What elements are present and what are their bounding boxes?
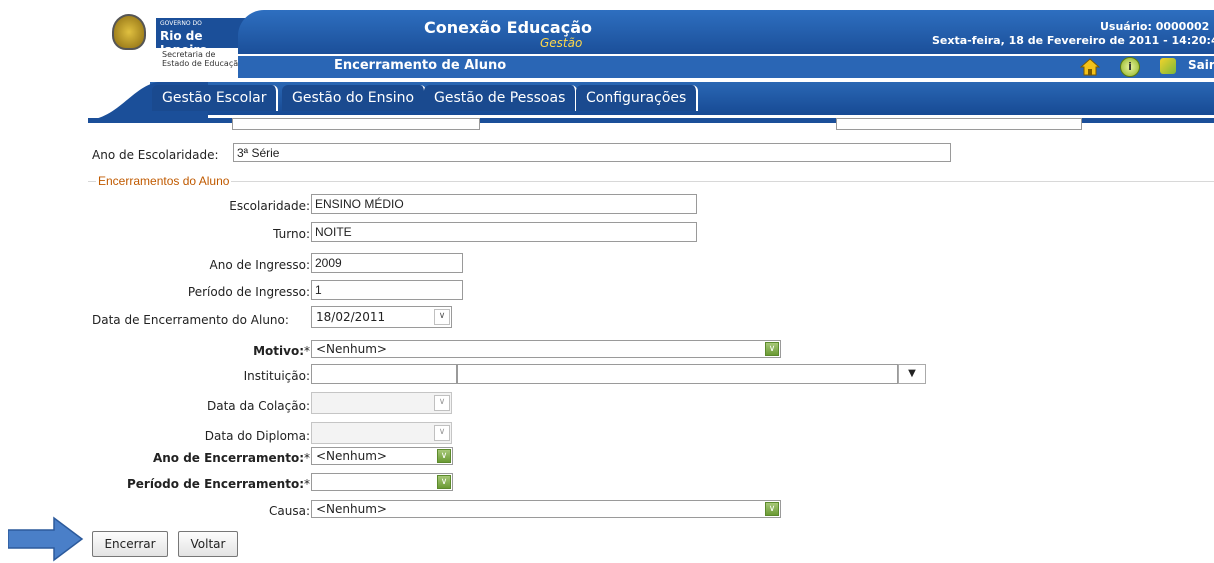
chevron-down-icon[interactable]: ∨	[765, 502, 779, 516]
tab-gestao-pessoas[interactable]: Gestão de Pessoas	[424, 85, 578, 111]
data-encerramento-value: 18/02/2011	[316, 310, 386, 324]
ano-encerramento-label-text: Ano de Encerramento:	[152, 451, 304, 465]
turno-field[interactable]: NOITE	[311, 222, 697, 242]
header-banner	[238, 10, 1214, 54]
causa-label: Causa:	[269, 504, 310, 518]
ano-ingresso-field[interactable]: 2009	[311, 253, 463, 273]
periodo-encerramento-label-text: Período de Encerramento:	[126, 477, 304, 491]
ano-encerramento-label: Ano de Encerramento:*	[153, 451, 310, 465]
pointer-arrow-icon	[8, 516, 84, 562]
app-title: Conexão Educação	[424, 18, 592, 37]
causa-select[interactable]: <Nenhum> ∨	[311, 500, 781, 518]
triangle-down-icon: ▼	[908, 368, 916, 379]
periodo-encerramento-label: Período de Encerramento:*	[127, 477, 310, 491]
instituicao-label: Instituição:	[243, 369, 310, 383]
logo-small-text: GOVERNO DO	[160, 20, 202, 27]
chevron-down-icon[interactable]: ∨	[765, 342, 779, 356]
motivo-select[interactable]: <Nenhum> ∨	[311, 340, 781, 358]
chevron-down-icon[interactable]: ∨	[434, 395, 450, 411]
page-title: Encerramento de Aluno	[334, 58, 507, 73]
motivo-label-text: Motivo:	[253, 344, 304, 358]
turno-label: Turno:	[273, 227, 310, 241]
motivo-value: <Nenhum>	[316, 342, 387, 356]
tab-configuracoes[interactable]: Configurações	[576, 85, 699, 111]
data-encerramento-picker[interactable]: 18/02/2011 ∨	[311, 306, 452, 328]
required-mark: *	[304, 451, 310, 465]
clipped-field-right[interactable]	[836, 118, 1082, 130]
home-icon[interactable]	[1079, 58, 1101, 76]
instituicao-name-field[interactable]	[457, 364, 898, 384]
exit-icon	[1160, 58, 1176, 74]
encerrar-button[interactable]: Encerrar	[92, 531, 168, 557]
ano-escolaridade-field[interactable]: 3ª Série	[233, 143, 951, 162]
fieldset-legend: Encerramentos do Aluno	[96, 174, 232, 188]
logo-dept-line2: Estado de Educação	[162, 59, 244, 68]
required-mark: *	[304, 477, 310, 491]
motivo-label: Motivo:*	[253, 344, 310, 358]
chevron-down-icon[interactable]: ∨	[437, 449, 451, 463]
date-line: Sexta-feira, 18 de Fevereiro de 2011 - 1…	[932, 34, 1214, 47]
coat-of-arms-icon	[112, 14, 146, 50]
app-subtitle: Gestão	[540, 36, 583, 50]
voltar-button[interactable]: Voltar	[178, 531, 238, 557]
instituicao-code-field[interactable]	[311, 364, 457, 384]
ano-encerramento-select[interactable]: <Nenhum> ∨	[311, 447, 453, 465]
ano-encerramento-value: <Nenhum>	[316, 449, 387, 463]
periodo-ingresso-label: Período de Ingresso:	[187, 285, 310, 299]
chevron-down-icon[interactable]: ∨	[434, 309, 450, 325]
required-mark: *	[304, 344, 310, 358]
data-colacao-picker[interactable]: ∨	[311, 392, 452, 414]
tab-gestao-ensino[interactable]: Gestão do Ensino	[282, 85, 427, 111]
user-label: Usuário: 0000002	[1100, 20, 1210, 33]
logo-dept-line1: Secretaria de	[162, 50, 216, 59]
exit-button[interactable]: Sair	[1160, 57, 1214, 75]
info-icon[interactable]: i	[1120, 57, 1140, 77]
tab-gestao-escolar[interactable]: Gestão Escolar	[152, 85, 279, 111]
data-diploma-label: Data do Diploma:	[204, 429, 310, 443]
exit-label: Sair	[1188, 58, 1214, 72]
ano-escolaridade-label: Ano de Escolaridade:	[92, 148, 219, 162]
instituicao-dropdown-button[interactable]: ▼	[898, 364, 926, 384]
ano-ingresso-label: Ano de Ingresso:	[209, 258, 311, 272]
chevron-down-icon[interactable]: ∨	[434, 425, 450, 441]
logo: GOVERNO DO Rio de Janeiro Secretaria de …	[104, 12, 250, 76]
fieldset-divider	[88, 181, 1214, 182]
escolaridade-label: Escolaridade:	[229, 199, 310, 213]
data-encerramento-label: Data de Encerramento do Aluno:	[92, 313, 289, 327]
causa-value: <Nenhum>	[316, 502, 387, 516]
escolaridade-field[interactable]: ENSINO MÉDIO	[311, 194, 697, 214]
periodo-encerramento-select[interactable]: ∨	[311, 473, 453, 491]
periodo-ingresso-field[interactable]: 1	[311, 280, 463, 300]
clipped-field-left[interactable]	[232, 118, 480, 130]
chevron-down-icon[interactable]: ∨	[437, 475, 451, 489]
data-colacao-label: Data da Colação:	[207, 399, 310, 413]
data-diploma-picker[interactable]: ∨	[311, 422, 452, 444]
